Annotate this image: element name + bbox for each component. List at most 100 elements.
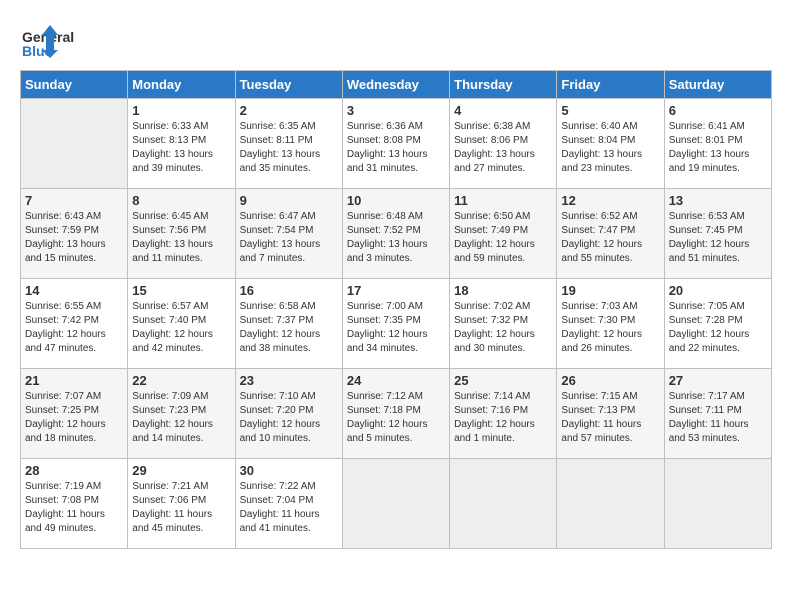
day-number: 10 [347, 193, 445, 208]
day-info: Sunrise: 6:36 AMSunset: 8:08 PMDaylight:… [347, 120, 445, 176]
day-info: Sunrise: 7:15 AMSunset: 7:13 PMDaylight:… [561, 390, 659, 446]
day-number: 27 [669, 373, 767, 388]
day-number: 21 [25, 373, 123, 388]
day-cell: 11Sunrise: 6:50 AMSunset: 7:49 PMDayligh… [450, 189, 557, 279]
day-number: 14 [25, 283, 123, 298]
day-number: 6 [669, 103, 767, 118]
day-cell: 23 Sunrise: 7:10 AMSunset: 7:20 PMDayligh… [235, 369, 342, 459]
day-info: Sunrise: 6:52 AMSunset: 7:47 PMDaylight:… [561, 210, 659, 266]
day-number: 4 [454, 103, 552, 118]
day-number: 5 [561, 103, 659, 118]
day-cell: 8 Sunrise: 6:45 AMSunset: 7:56 PMDaylight… [128, 189, 235, 279]
day-info: Sunrise: 7:12 AMSunset: 7:18 PMDaylight:… [347, 390, 445, 446]
day-info: Sunrise: 7:07 AMSunset: 7:25 PMDaylight:… [25, 390, 123, 446]
day-cell: 5 Sunrise: 6:40 AMSunset: 8:04 PMDaylight… [557, 99, 664, 189]
day-info: Sunrise: 7:22 AMSunset: 7:04 PMDaylight:… [240, 480, 338, 536]
day-cell: 29 Sunrise: 7:21 AMSunset: 7:06 PMDayligh… [128, 459, 235, 549]
day-cell: 19Sunrise: 7:03 AMSunset: 7:30 PMDayligh… [557, 279, 664, 369]
day-number: 16 [240, 283, 338, 298]
day-cell: 25 Sunrise: 7:14 AMSunset: 7:16 PMDayligh… [450, 369, 557, 459]
day-number: 19 [561, 283, 659, 298]
day-number: 2 [240, 103, 338, 118]
day-info: Sunrise: 6:35 AMSunset: 8:11 PMDaylight:… [240, 120, 338, 176]
day-cell: 3Sunrise: 6:36 AMSunset: 8:08 PMDaylight… [342, 99, 449, 189]
day-number: 20 [669, 283, 767, 298]
day-info: Sunrise: 6:40 AMSunset: 8:04 PMDaylight:… [561, 120, 659, 176]
day-cell: 24 Sunrise: 7:12 AMSunset: 7:18 PMDayligh… [342, 369, 449, 459]
day-info: Sunrise: 7:00 AMSunset: 7:35 PMDaylight:… [347, 300, 445, 356]
day-info: Sunrise: 7:21 AMSunset: 7:06 PMDaylight:… [132, 480, 230, 536]
day-cell: 18 Sunrise: 7:02 AMSunset: 7:32 PMDayligh… [450, 279, 557, 369]
day-cell: 22 Sunrise: 7:09 AMSunset: 7:23 PMDayligh… [128, 369, 235, 459]
calendar-table: SundayMondayTuesdayWednesdayThursdayFrid… [20, 70, 772, 549]
day-info: Sunrise: 7:10 AMSunset: 7:20 PMDaylight:… [240, 390, 338, 446]
day-cell: 15 Sunrise: 6:57 AMSunset: 7:40 PMDayligh… [128, 279, 235, 369]
day-cell: 28 Sunrise: 7:19 AMSunset: 7:08 PMDayligh… [21, 459, 128, 549]
day-cell [664, 459, 771, 549]
day-info: Sunrise: 7:05 AMSunset: 7:28 PMDaylight:… [669, 300, 767, 356]
day-cell: 30 Sunrise: 7:22 AMSunset: 7:04 PMDayligh… [235, 459, 342, 549]
day-number: 22 [132, 373, 230, 388]
day-number: 17 [347, 283, 445, 298]
day-cell [450, 459, 557, 549]
day-cell: 7 Sunrise: 6:43 AMSunset: 7:59 PMDaylight… [21, 189, 128, 279]
day-number: 29 [132, 463, 230, 478]
day-number: 28 [25, 463, 123, 478]
day-cell: 13 Sunrise: 6:53 AMSunset: 7:45 PMDayligh… [664, 189, 771, 279]
day-number: 15 [132, 283, 230, 298]
day-cell: 6Sunrise: 6:41 AMSunset: 8:01 PMDaylight… [664, 99, 771, 189]
day-info: Sunrise: 6:48 AMSunset: 7:52 PMDaylight:… [347, 210, 445, 266]
day-number: 8 [132, 193, 230, 208]
day-number: 30 [240, 463, 338, 478]
header-cell-wednesday: Wednesday [342, 71, 449, 99]
day-cell: 21 Sunrise: 7:07 AMSunset: 7:25 PMDayligh… [21, 369, 128, 459]
header-cell-thursday: Thursday [450, 71, 557, 99]
day-cell: 2 Sunrise: 6:35 AMSunset: 8:11 PMDaylight… [235, 99, 342, 189]
day-cell: 1Sunrise: 6:33 AMSunset: 8:13 PMDaylight… [128, 99, 235, 189]
day-info: Sunrise: 7:09 AMSunset: 7:23 PMDaylight:… [132, 390, 230, 446]
day-info: Sunrise: 7:19 AMSunset: 7:08 PMDaylight:… [25, 480, 123, 536]
header-cell-sunday: Sunday [21, 71, 128, 99]
day-info: Sunrise: 6:55 AMSunset: 7:42 PMDaylight:… [25, 300, 123, 356]
day-info: Sunrise: 7:14 AMSunset: 7:16 PMDaylight:… [454, 390, 552, 446]
day-cell: 12Sunrise: 6:52 AMSunset: 7:47 PMDayligh… [557, 189, 664, 279]
logo-icon: General Blue [20, 20, 140, 60]
week-row-5: 28 Sunrise: 7:19 AMSunset: 7:08 PMDayligh… [21, 459, 772, 549]
day-number: 13 [669, 193, 767, 208]
day-number: 9 [240, 193, 338, 208]
day-info: Sunrise: 6:45 AMSunset: 7:56 PMDaylight:… [132, 210, 230, 266]
day-cell: 10 Sunrise: 6:48 AMSunset: 7:52 PMDayligh… [342, 189, 449, 279]
day-number: 1 [132, 103, 230, 118]
week-row-1: 1Sunrise: 6:33 AMSunset: 8:13 PMDaylight… [21, 99, 772, 189]
day-info: Sunrise: 6:53 AMSunset: 7:45 PMDaylight:… [669, 210, 767, 266]
day-cell: 17 Sunrise: 7:00 AMSunset: 7:35 PMDayligh… [342, 279, 449, 369]
header-cell-friday: Friday [557, 71, 664, 99]
day-number: 26 [561, 373, 659, 388]
day-info: Sunrise: 6:57 AMSunset: 7:40 PMDaylight:… [132, 300, 230, 356]
day-cell: 27 Sunrise: 7:17 AMSunset: 7:11 PMDayligh… [664, 369, 771, 459]
page-header: General Blue [20, 20, 772, 60]
day-number: 23 [240, 373, 338, 388]
day-cell: 14 Sunrise: 6:55 AMSunset: 7:42 PMDayligh… [21, 279, 128, 369]
day-cell: 4Sunrise: 6:38 AMSunset: 8:06 PMDaylight… [450, 99, 557, 189]
week-row-2: 7 Sunrise: 6:43 AMSunset: 7:59 PMDaylight… [21, 189, 772, 279]
day-info: Sunrise: 7:02 AMSunset: 7:32 PMDaylight:… [454, 300, 552, 356]
logo: General Blue [20, 20, 140, 60]
header-cell-saturday: Saturday [664, 71, 771, 99]
day-number: 7 [25, 193, 123, 208]
day-info: Sunrise: 6:43 AMSunset: 7:59 PMDaylight:… [25, 210, 123, 266]
day-number: 24 [347, 373, 445, 388]
week-row-4: 21 Sunrise: 7:07 AMSunset: 7:25 PMDayligh… [21, 369, 772, 459]
header-cell-monday: Monday [128, 71, 235, 99]
day-cell: 26 Sunrise: 7:15 AMSunset: 7:13 PMDayligh… [557, 369, 664, 459]
day-cell [557, 459, 664, 549]
day-info: Sunrise: 6:50 AMSunset: 7:49 PMDaylight:… [454, 210, 552, 266]
week-row-3: 14 Sunrise: 6:55 AMSunset: 7:42 PMDayligh… [21, 279, 772, 369]
day-cell: 20 Sunrise: 7:05 AMSunset: 7:28 PMDayligh… [664, 279, 771, 369]
day-number: 18 [454, 283, 552, 298]
day-cell: 16Sunrise: 6:58 AMSunset: 7:37 PMDayligh… [235, 279, 342, 369]
day-number: 25 [454, 373, 552, 388]
day-info: Sunrise: 7:17 AMSunset: 7:11 PMDaylight:… [669, 390, 767, 446]
header-cell-tuesday: Tuesday [235, 71, 342, 99]
day-info: Sunrise: 6:47 AMSunset: 7:54 PMDaylight:… [240, 210, 338, 266]
